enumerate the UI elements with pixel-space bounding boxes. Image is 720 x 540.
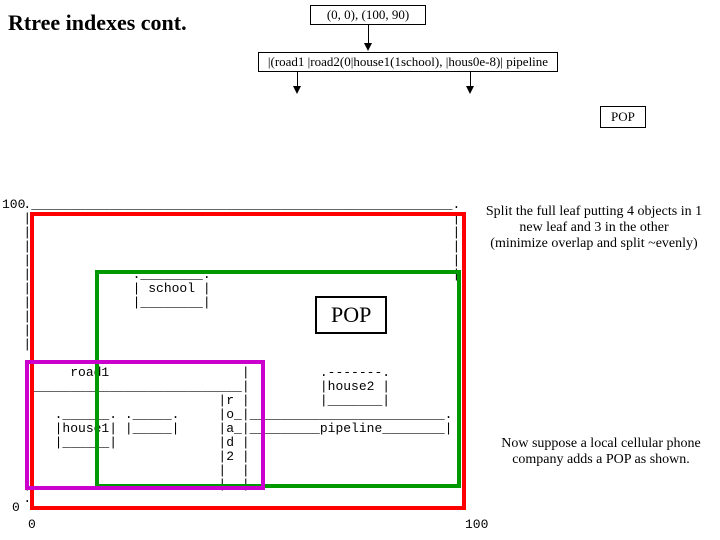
root-node-box: (0, 0), (100, 90) xyxy=(310,5,426,25)
arrow-root-to-leaf-head xyxy=(364,43,372,51)
note-pop-l1: Now suppose a local cellular phone xyxy=(501,436,700,451)
note-split: Split the full leaf putting 4 objects in… xyxy=(470,204,718,252)
pop-box-top: POP xyxy=(600,106,646,128)
leaf-node-box: |(road1 |road2(0|house1(1school), |hous0… xyxy=(258,52,558,72)
note-pop-l2: company adds a POP as shown. xyxy=(512,452,690,467)
note-split-l2: new leaf and 3 in the other xyxy=(519,220,668,235)
rect-magenta xyxy=(25,360,265,490)
arrow-root-to-leaf-line xyxy=(368,25,369,45)
note-pop: Now suppose a local cellular phone compa… xyxy=(486,436,716,468)
arrow-leaf-left-head xyxy=(293,86,301,94)
page-title: Rtree indexes cont. xyxy=(8,10,187,36)
x-axis-0: 0 xyxy=(28,517,36,532)
note-split-l3: (minimize overlap and split ~evenly) xyxy=(490,236,697,251)
arrow-leaf-right-head xyxy=(466,86,474,94)
note-split-l1: Split the full leaf putting 4 objects in… xyxy=(486,204,702,219)
x-axis-100: 100 xyxy=(465,517,488,532)
